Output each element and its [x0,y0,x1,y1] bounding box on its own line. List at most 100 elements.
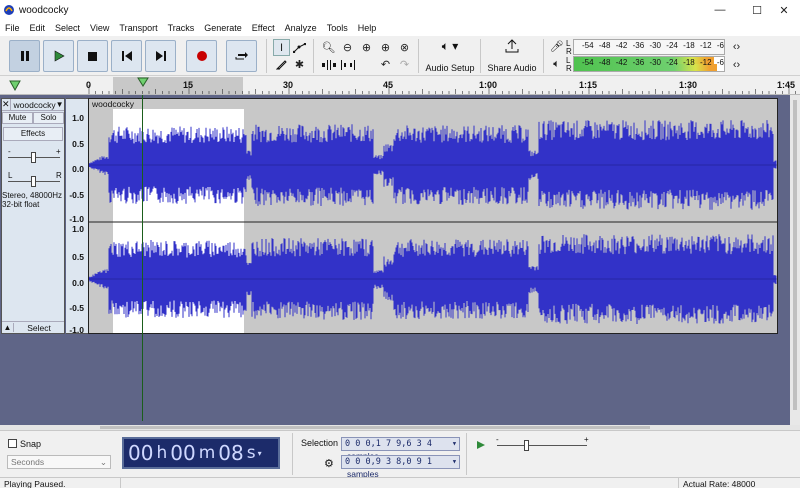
gain-slider-thumb[interactable] [31,152,36,163]
skip-to-start-button[interactable] [111,40,142,72]
menu-transport[interactable]: Transport [114,23,162,33]
selection-settings-gear-icon[interactable]: ⚙ [324,457,334,470]
menu-tracks[interactable]: Tracks [163,23,200,33]
silence-audio-button[interactable] [339,56,356,73]
multi-tool-button[interactable]: ✱ [291,56,308,73]
record-meter[interactable]: -54 -48 -42 -36 -30 -24 -18 -12 -6 [573,39,725,55]
play-at-speed-button[interactable] [472,436,490,453]
waveform-display[interactable] [89,109,778,334]
menu-select[interactable]: Select [50,23,85,33]
meter-tick: -36 [632,41,645,50]
vertical-amplitude-ruler[interactable]: 1.0 0.5 0.0 -0.5 -1.0 1.0 0.5 0.0 -0.5 -… [66,98,88,335]
timeline-tick-label: 30 [283,80,294,90]
microphone-icon: 🎤︎ [549,41,564,53]
record-button[interactable] [186,40,217,72]
play-button[interactable] [43,40,74,72]
playback-meter-button[interactable]: 🔈︎ [548,56,565,73]
draw-tool-button[interactable] [273,56,290,73]
speed-slider-track[interactable] [497,445,587,446]
menu-analyze[interactable]: Analyze [280,23,322,33]
timeline-tick-label: 1:15 [579,80,598,90]
share-audio-button[interactable]: Share Audio [486,37,538,73]
vertical-scrollbar[interactable] [790,95,800,425]
menu-generate[interactable]: Generate [199,23,247,33]
ruler-label: 0.5 [72,252,84,262]
envelope-tool-button[interactable] [291,39,308,56]
time-format-menu-icon[interactable]: ▾ [258,449,262,458]
toolbar-separator [466,433,467,475]
menu-help[interactable]: Help [353,23,382,33]
menu-view[interactable]: View [85,23,114,33]
meter-tick: -6 [716,58,724,67]
select-track-button[interactable]: Select [14,323,64,333]
playback-meter-ticks: -54 -48 -42 -36 -30 -24 -18 -12 -6 [582,58,724,67]
track-menu-arrow-icon[interactable]: ▼ [56,100,66,109]
status-message: Playing Paused. [4,479,66,488]
timeline-ruler[interactable]: 0 15 30 45 1:00 1:15 1:30 1:45 [0,77,800,95]
speed-slider-thumb[interactable] [524,440,529,451]
track-control-panel: ✕ woodcocky ▼ Mute Solo Effects - + L R … [1,98,65,334]
close-track-icon[interactable]: ✕ [2,99,11,110]
selection-start-field[interactable]: 0 0 0,1 7 9,6 3 4 samples ▾ [341,437,460,461]
audio-setup-label: Audio Setup [425,63,475,73]
loop-button[interactable] [226,40,257,72]
stop-icon [88,51,97,61]
minimize-icon[interactable]: — [700,0,740,20]
zoom-in-button[interactable]: 🔍︎ [320,39,337,56]
pan-slider-thumb[interactable] [31,176,36,187]
vertical-scrollbar-thumb[interactable] [793,100,797,410]
status-separator [678,478,679,488]
time-display[interactable]: 00 h 00 m 08 s ▾ [122,437,280,469]
snap-label: Snap [20,439,42,449]
trim-audio-button[interactable] [320,56,337,73]
playback-meter[interactable]: -54 -48 -42 -36 -30 -24 -18 -12 -6 [573,56,725,72]
undo-button[interactable]: ↶ [377,56,394,73]
snap-unit-select[interactable]: Seconds ⌄ [7,455,111,469]
selection-tool-button[interactable]: I [273,39,290,56]
ruler-label: 0.0 [72,164,84,174]
menu-effect[interactable]: Effect [247,23,280,33]
playback-meter-menu[interactable]: ‹› [728,56,745,73]
title-bar: woodcocky — ☐ ✕ [0,0,800,20]
clip-title-bar[interactable]: woodcocky [89,99,777,109]
effects-button[interactable]: Effects [3,127,63,141]
play-icon [477,440,485,449]
meter-menu-icon: ‹› [732,58,741,71]
audio-setup-button[interactable]: 🔈︎ ▾ Audio Setup [424,37,476,73]
track-format-line1: Stereo, 48000Hz [2,191,63,200]
meter-tick: -48 [598,41,611,50]
horizontal-scrollbar-thumb[interactable] [100,426,650,429]
i-beam-icon: I [279,41,284,54]
menu-file[interactable]: File [0,23,25,33]
waveform-clip[interactable]: woodcocky [88,98,778,334]
redo-button[interactable]: ↷ [396,56,413,73]
speed-plus-label: + [584,435,589,444]
meter-tick: -24 [666,41,678,50]
selection-end-value: 0 0 0,9 3 8,0 9 1 [345,457,432,467]
ruler-label: -1.0 [69,325,84,335]
track-name-menu[interactable]: woodcocky [11,100,56,110]
menu-tools[interactable]: Tools [322,23,353,33]
pause-icon [20,51,29,61]
stop-button[interactable] [77,40,108,72]
ruler-label: 0.5 [72,139,84,149]
speaker-icon: 🔈︎ ▾ [441,39,459,53]
skip-to-end-button[interactable] [145,40,176,72]
zoom-out-button[interactable]: ⊖ [339,39,356,56]
menu-edit[interactable]: Edit [25,23,51,33]
timeline-tick-label: 45 [383,80,394,90]
snap-checkbox[interactable] [8,439,17,448]
status-bar: Playing Paused. Actual Rate: 48000 [0,477,800,488]
selection-end-field[interactable]: 0 0 0,9 3 8,0 9 1 samples ▾ [341,455,460,479]
track-area[interactable]: ✕ woodcocky ▼ Mute Solo Effects - + L R … [0,95,800,425]
zoom-toggle-button[interactable]: ⊗ [396,39,413,56]
record-meter-button[interactable]: 🎤︎ [548,38,565,55]
solo-button[interactable]: Solo [33,112,64,124]
mute-button[interactable]: Mute [2,112,33,124]
fit-selection-button[interactable]: ⊕ [358,39,375,56]
pause-button[interactable] [9,40,40,72]
fit-project-button[interactable]: ⊕ [377,39,394,56]
close-icon[interactable]: ✕ [764,0,800,20]
collapse-track-icon[interactable]: ▲ [2,323,14,332]
record-meter-menu[interactable]: ‹› [728,38,745,55]
